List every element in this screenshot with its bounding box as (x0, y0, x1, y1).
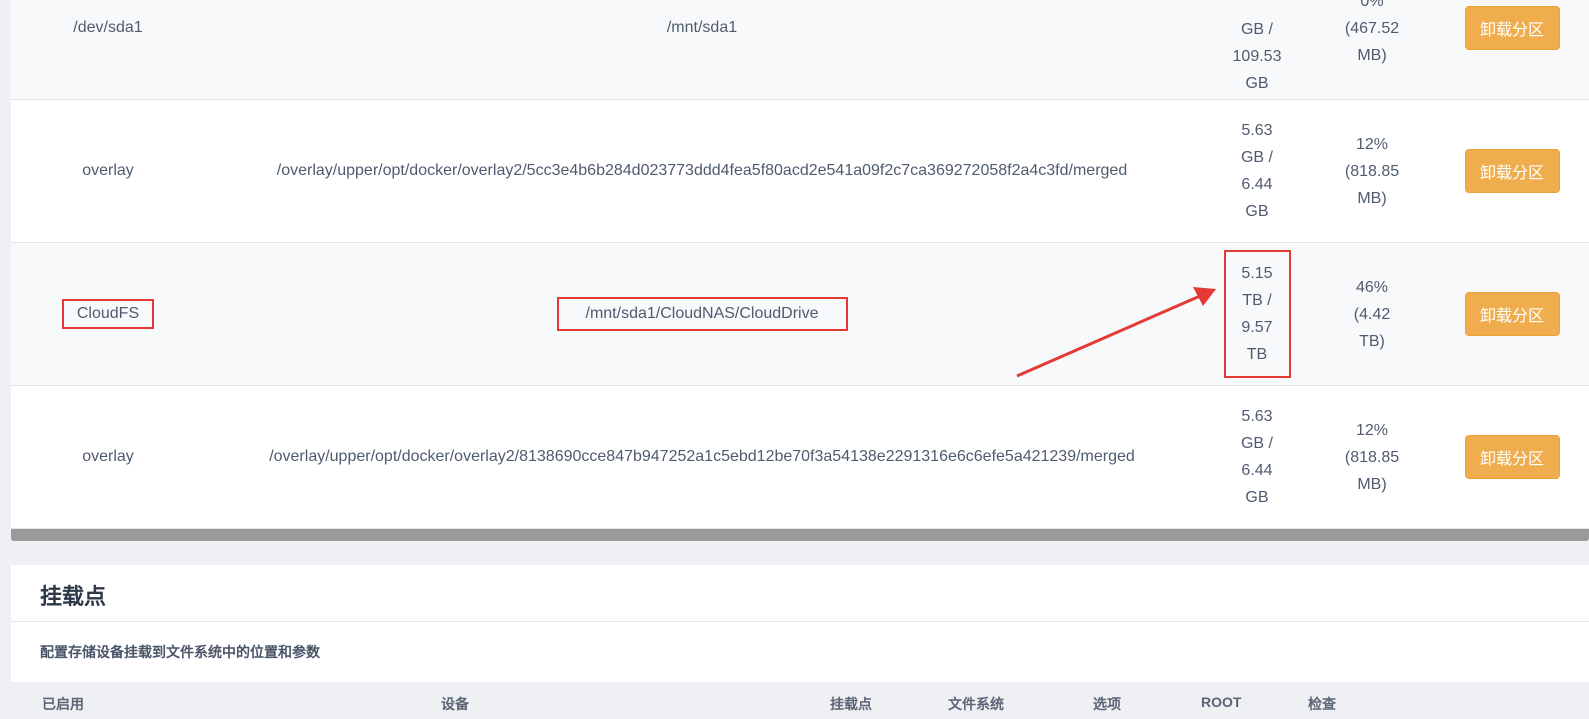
table-row: overlay /overlay/upper/opt/docker/overla… (11, 100, 1589, 243)
device-cell: overlay (82, 162, 134, 179)
section-description: 配置存储设备挂载到文件系统中的位置和参数 (40, 644, 320, 660)
table-row: /dev/sda1 /mnt/sda1 GB / 109.53 GB 0% (4… (11, 0, 1589, 100)
mount-point-cell: /mnt/sda1/CloudNAS/CloudDrive (187, 243, 1217, 385)
percent-cell: 12% (818.85 MB) (1344, 135, 1400, 207)
usage-cell: GB / 109.53 GB (1232, 20, 1282, 92)
table-row: overlay /overlay/upper/opt/docker/overla… (11, 386, 1589, 529)
unmount-button[interactable]: 卸载分区 (1464, 149, 1560, 193)
column-header-mountpoint: 挂载点 (830, 696, 872, 712)
usage-cell: 5.63 GB / 6.44 GB (1240, 408, 1273, 506)
table-header: 已启用 设备 挂载点 文件系统 选项 ROOT 检查 (11, 682, 1589, 719)
unmount-cell: 卸载分区 (1464, 243, 1560, 385)
unmount-cell: 卸载分区 (1464, 100, 1560, 242)
usage-cell: 5.63 GB / 6.44 GB (1240, 122, 1273, 220)
column-header-options: 选项 (1093, 696, 1121, 712)
percent-cell: 0% (467.52 MB) (1344, 0, 1400, 64)
column-header-filesystem: 文件系统 (948, 696, 1004, 712)
percent-cell: 46% (4.42 TB) (1353, 278, 1391, 350)
unmount-cell: 卸载分区 (1464, 386, 1560, 528)
usage-highlight: 5.15 TB / 9.57 TB (1223, 250, 1291, 378)
device-cell: /dev/sda1 (73, 19, 143, 36)
mount-point-highlight: /mnt/sda1/CloudNAS/CloudDrive (556, 297, 848, 331)
mount-point-cell: /overlay/upper/opt/docker/overlay2/5cc3e… (276, 162, 1128, 179)
percent-cell: 12% (818.85 MB) (1344, 421, 1400, 493)
unmount-button[interactable]: 卸载分区 (1464, 6, 1560, 50)
column-header-root: ROOT (1201, 694, 1242, 710)
section-title: 挂载点 (40, 584, 107, 609)
mounted-filesystems-panel: /dev/sda1 /mnt/sda1 GB / 109.53 GB 0% (4… (11, 0, 1589, 529)
unmount-button[interactable]: 卸载分区 (1464, 292, 1560, 336)
column-header-enabled: 已启用 (42, 696, 84, 712)
mount-point-cell: /overlay/upper/opt/docker/overlay2/81386… (269, 448, 1135, 465)
device-highlight: CloudFS (61, 299, 155, 329)
column-header-check: 检查 (1308, 696, 1336, 712)
mount-point-cell: /mnt/sda1 (666, 19, 738, 36)
divider (11, 621, 1589, 622)
column-header-device: 设备 (441, 696, 469, 712)
unmount-button[interactable]: 卸载分区 (1464, 435, 1560, 479)
device-cell: overlay (82, 448, 134, 465)
usage-cell: 5.15 TB / 9.57 TB (1217, 243, 1297, 385)
table-row: CloudFS /mnt/sda1/CloudNAS/CloudDrive 5.… (11, 243, 1589, 386)
device-cell: CloudFS (29, 243, 187, 385)
mountpoints-section: 挂载点 配置存储设备挂载到文件系统中的位置和参数 已启用 设备 挂载点 文件系统… (11, 565, 1589, 719)
unmount-cell: 卸载分区 (1464, 0, 1560, 99)
horizontal-scrollbar[interactable] (11, 529, 1589, 541)
